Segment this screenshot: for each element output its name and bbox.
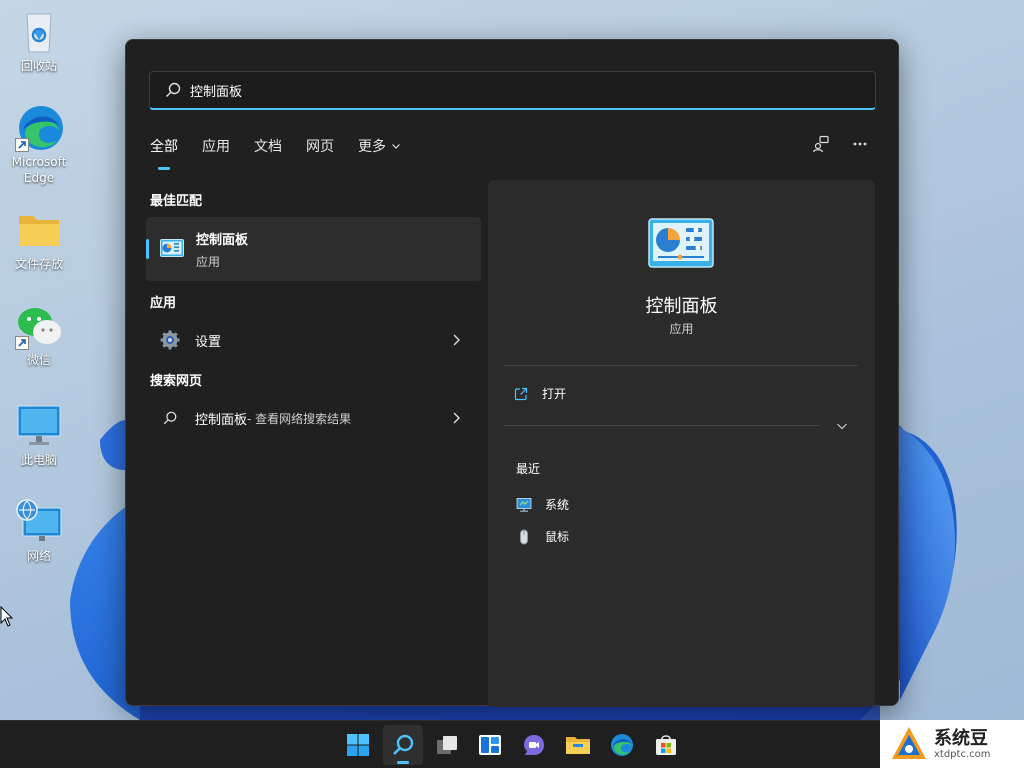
- detail-pane: 控制面板 应用 打开 最近 系统 鼠标: [488, 180, 875, 707]
- search-filter-tabs: 全部 应用 文档 网页 更多: [150, 136, 425, 170]
- recent-item-mouse[interactable]: 鼠标: [516, 528, 569, 545]
- wechat-icon: [15, 302, 63, 350]
- desktop-icon-label: 回收站: [20, 59, 57, 73]
- account-switch-icon[interactable]: [812, 135, 830, 153]
- tab-documents[interactable]: 文档: [254, 136, 282, 170]
- recent-item-label: 鼠标: [545, 530, 570, 544]
- shortcut-arrow-icon: [15, 138, 29, 152]
- watermark-logo: 系统豆 xtdptc.com: [880, 720, 1024, 768]
- search-icon: [166, 82, 181, 97]
- tab-more[interactable]: 更多: [358, 136, 401, 170]
- desktop-icon-this-pc[interactable]: 此电脑: [6, 402, 72, 468]
- mouse-cursor-icon: [0, 605, 14, 632]
- best-match-subtitle: 应用: [196, 254, 221, 269]
- result-label: 设置: [195, 334, 222, 350]
- control-panel-icon: [648, 218, 714, 268]
- recent-item-system[interactable]: 系统: [516, 496, 569, 513]
- network-icon: [15, 498, 63, 546]
- open-external-icon: [514, 387, 528, 400]
- chevron-right-icon[interactable]: [451, 411, 461, 425]
- edge-browser-button[interactable]: [602, 725, 642, 765]
- web-search-heading: 搜索网页: [150, 374, 203, 389]
- watermark-logo-icon: [892, 727, 926, 759]
- open-action[interactable]: 打开: [514, 385, 566, 402]
- start-button[interactable]: [338, 725, 378, 765]
- desktop-icon-network[interactable]: 网络: [6, 498, 72, 564]
- desktop-icon-recycle-bin[interactable]: 回收站: [6, 8, 72, 74]
- folder-icon: [15, 206, 63, 254]
- shortcut-arrow-icon: [15, 336, 29, 350]
- recent-heading: 最近: [516, 462, 541, 476]
- result-settings[interactable]: 设置: [146, 320, 481, 360]
- watermark-url: xtdptc.com: [934, 748, 991, 760]
- file-explorer-button[interactable]: [558, 725, 598, 765]
- store-icon: [656, 735, 676, 755]
- computer-icon: [15, 402, 63, 450]
- tab-label: 全部: [150, 139, 178, 155]
- task-view-button[interactable]: [427, 725, 467, 765]
- chevron-down-icon: [392, 144, 400, 149]
- search-icon: [393, 734, 414, 755]
- open-label: 打开: [542, 387, 567, 401]
- edge-icon: [15, 104, 63, 152]
- tab-label: 文档: [254, 139, 282, 155]
- best-match-heading: 最佳匹配: [150, 194, 203, 209]
- divider: [504, 425, 820, 426]
- web-search-suffix: - 查看网络搜索结果: [247, 411, 352, 426]
- watermark-text: 系统豆: [934, 727, 988, 749]
- search-panel: 全部 应用 文档 网页 更多 最佳匹配 控制面板 应用: [125, 39, 899, 707]
- start-icon: [347, 734, 369, 756]
- desktop-icon-label: Microsoft Edge: [11, 155, 67, 185]
- recent-item-label: 系统: [545, 498, 570, 512]
- widgets-button[interactable]: [470, 725, 510, 765]
- widgets-icon: [479, 735, 501, 755]
- tab-label: 网页: [306, 139, 334, 155]
- best-match-result[interactable]: 控制面板 应用: [146, 217, 481, 281]
- apps-heading: 应用: [150, 296, 177, 311]
- edge-icon: [611, 734, 633, 756]
- desktop-icon-label: 此电脑: [20, 453, 57, 467]
- tab-label: 应用: [202, 139, 230, 155]
- search-box[interactable]: [149, 71, 876, 110]
- task-view-icon: [437, 736, 457, 754]
- mouse-icon: [520, 529, 528, 544]
- tab-apps[interactable]: 应用: [202, 136, 230, 170]
- taskbar-search-button[interactable]: [383, 725, 423, 765]
- desktop-icon-wechat[interactable]: 微信: [6, 302, 72, 368]
- web-search-query: 控制面板: [195, 412, 248, 428]
- recycle-bin-icon: [15, 8, 63, 56]
- panel-actions: [812, 135, 868, 153]
- detail-subtitle: 应用: [669, 322, 694, 336]
- tab-all[interactable]: 全部: [150, 136, 178, 170]
- teams-chat-icon: [524, 735, 544, 755]
- desktop-icon-edge[interactable]: Microsoft Edge: [6, 104, 72, 186]
- desktop-icon-label: 微信: [26, 353, 51, 367]
- chevron-down-icon[interactable]: [836, 420, 848, 432]
- settings-gear-icon: [160, 330, 180, 350]
- best-match-title: 控制面板: [196, 232, 249, 248]
- more-options-icon[interactable]: [852, 136, 868, 152]
- desktop-icon-label: 文件存放: [14, 257, 63, 271]
- tab-label: 更多: [358, 139, 386, 155]
- search-input[interactable]: [190, 82, 790, 98]
- search-icon: [160, 408, 180, 428]
- chevron-right-icon[interactable]: [451, 333, 461, 347]
- system-icon: [516, 497, 532, 512]
- divider: [504, 365, 858, 366]
- tab-web[interactable]: 网页: [306, 136, 334, 170]
- detail-title: 控制面板: [645, 296, 718, 317]
- result-web-search[interactable]: 控制面板 - 查看网络搜索结果: [146, 398, 481, 438]
- desktop-icon-folder[interactable]: 文件存放: [6, 206, 72, 272]
- control-panel-icon: [160, 239, 184, 257]
- taskbar: [0, 720, 1024, 768]
- store-button[interactable]: [646, 725, 686, 765]
- teams-chat-button[interactable]: [514, 725, 554, 765]
- file-explorer-icon: [566, 737, 590, 754]
- desktop-icon-label: 网络: [26, 549, 51, 563]
